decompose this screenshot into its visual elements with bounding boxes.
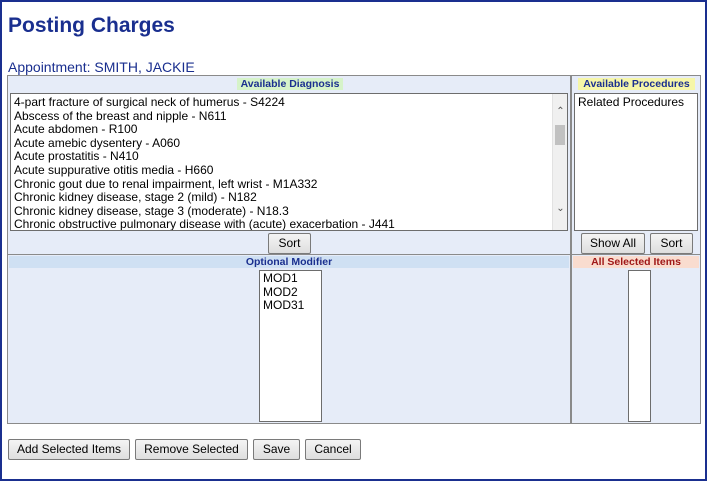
modifier-rows: MOD1 MOD2 MOD31 (260, 271, 321, 313)
procedures-rows: Related Procedures (575, 94, 697, 110)
diagnosis-option[interactable]: Chronic kidney disease, stage 2 (mild) -… (11, 191, 567, 205)
modifier-panel: Optional Modifier MOD1 MOD2 MOD31 (7, 254, 571, 424)
diagnosis-header: Available Diagnosis (237, 78, 343, 90)
selected-listbox[interactable] (628, 270, 651, 422)
appointment-label: Appointment: (8, 59, 91, 75)
diagnosis-option[interactable]: Abscess of the breast and nipple - N611 (11, 109, 567, 124)
diagnosis-option[interactable]: Acute amebic dysentery - A060 (11, 136, 567, 151)
show-all-button[interactable]: Show All (581, 233, 645, 254)
diagnosis-scrollbar[interactable]: ⌃ ⌄ (552, 94, 567, 230)
appointment-patient: SMITH, JACKIE (94, 59, 195, 75)
diagnosis-option[interactable]: Chronic obstructive pulmonary disease wi… (11, 218, 567, 230)
appointment-line: Appointment: SMITH, JACKIE (8, 59, 195, 75)
modifier-listbox[interactable]: MOD1 MOD2 MOD31 (259, 270, 322, 422)
remove-selected-button[interactable]: Remove Selected (135, 439, 248, 460)
scroll-thumb[interactable] (555, 125, 565, 145)
diagnosis-panel: Available Diagnosis 4-part fracture of s… (7, 75, 571, 255)
modifier-option[interactable]: MOD31 (260, 299, 321, 313)
diagnosis-rows: 4-part fracture of surgical neck of hume… (11, 94, 567, 230)
procedures-listbox[interactable]: Related Procedures (574, 93, 698, 231)
modifier-header: Optional Modifier (9, 256, 569, 268)
procedure-option[interactable]: Related Procedures (575, 95, 697, 110)
diagnosis-option[interactable]: Chronic gout due to renal impairment, le… (11, 177, 567, 192)
diagnosis-option[interactable]: 4-part fracture of surgical neck of hume… (11, 95, 567, 110)
scroll-down-arrow-icon[interactable]: ⌄ (553, 201, 567, 216)
procedures-header: Available Procedures (578, 78, 695, 90)
diagnosis-option[interactable]: Acute abdomen - R100 (11, 123, 567, 137)
modifier-option[interactable]: MOD2 (260, 285, 321, 300)
add-selected-items-button[interactable]: Add Selected Items (8, 439, 130, 460)
procedures-panel: Available Procedures Related Procedures … (571, 75, 701, 255)
selected-panel: All Selected Items (571, 254, 701, 424)
procedures-sort-button[interactable]: Sort (650, 233, 693, 254)
page-title: Posting Charges (8, 14, 175, 37)
diagnosis-option[interactable]: Acute prostatitis - N410 (11, 150, 567, 164)
diagnosis-listbox[interactable]: 4-part fracture of surgical neck of hume… (10, 93, 568, 231)
selected-header: All Selected Items (573, 256, 699, 268)
diagnosis-option[interactable]: Acute suppurative otitis media - H660 (11, 163, 567, 178)
modifier-option[interactable]: MOD1 (260, 271, 321, 286)
diagnosis-option[interactable]: Chronic kidney disease, stage 3 (moderat… (11, 204, 567, 219)
scroll-up-arrow-icon[interactable]: ⌃ (553, 104, 567, 119)
diagnosis-sort-button[interactable]: Sort (268, 233, 311, 254)
save-button[interactable]: Save (253, 439, 300, 460)
cancel-button[interactable]: Cancel (305, 439, 361, 460)
